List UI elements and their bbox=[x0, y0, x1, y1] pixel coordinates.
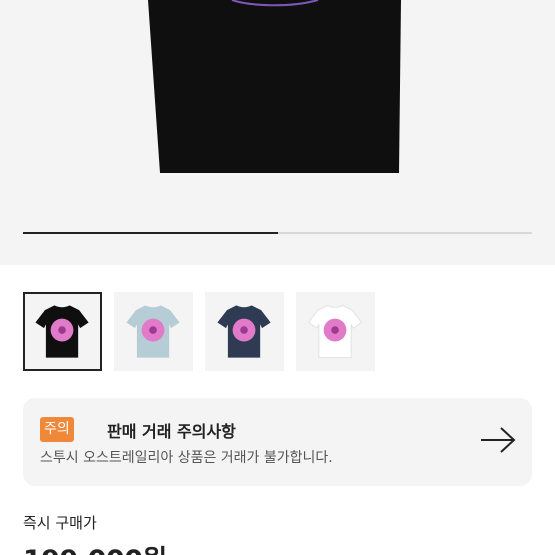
tshirt-navy-thumbnail bbox=[217, 305, 271, 358]
product-image-carousel[interactable] bbox=[0, 0, 555, 265]
carousel-progress-fill bbox=[23, 232, 278, 234]
price-label: 즉시 구매가 bbox=[23, 514, 97, 532]
thumbnail-navy[interactable] bbox=[205, 292, 284, 371]
carousel-progress-bar bbox=[23, 232, 532, 234]
arrow-right-icon[interactable] bbox=[479, 426, 517, 454]
thumbnail-list bbox=[23, 292, 375, 372]
tshirt-light-blue-thumbnail bbox=[126, 305, 180, 358]
trade-notice-card[interactable]: 주의 판매 거래 주의사항 스투시 오스트레일리아 상품은 거래가 불가합니다. bbox=[23, 398, 532, 486]
notice-title: 판매 거래 주의사항 bbox=[107, 422, 236, 441]
notice-description: 스투시 오스트레일리아 상품은 거래가 불가합니다. bbox=[40, 450, 333, 466]
thumbnail-light-blue[interactable] bbox=[114, 292, 193, 371]
thumbnail-black[interactable] bbox=[23, 292, 102, 371]
tshirt-white-thumbnail bbox=[307, 304, 363, 359]
warning-badge: 주의 bbox=[40, 417, 74, 442]
price-value: 199,000원 bbox=[23, 538, 167, 555]
tshirt-black-thumbnail bbox=[35, 305, 89, 358]
product-main-image bbox=[0, 0, 555, 265]
thumbnail-white[interactable] bbox=[296, 292, 375, 371]
